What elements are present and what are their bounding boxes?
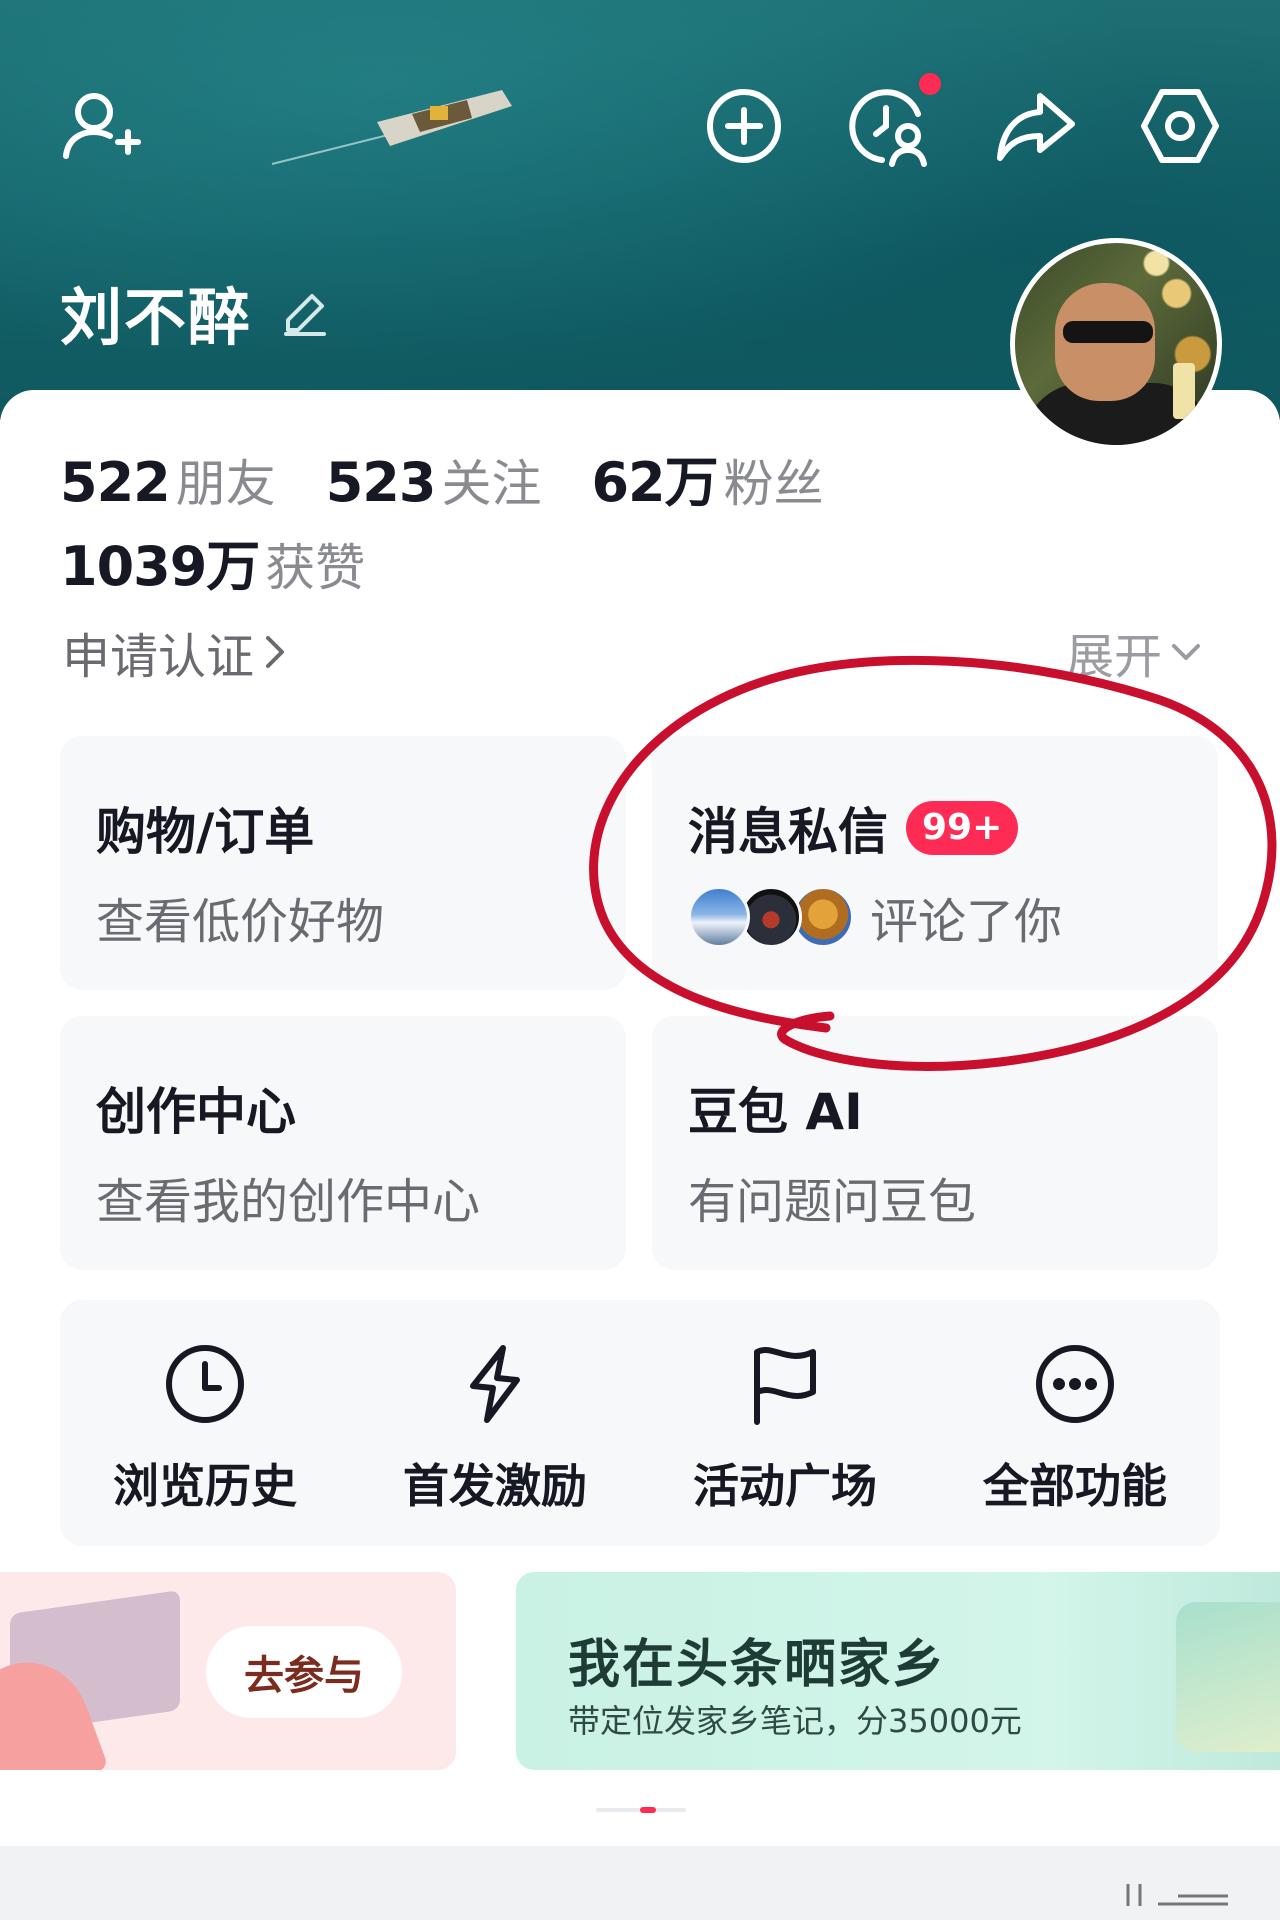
clock-icon [166, 1345, 244, 1423]
apply-verification-label: 申请认证 [62, 629, 255, 685]
activity-square-label: 活动广场 [693, 1459, 877, 1513]
browse-history-label: 浏览历史 [113, 1459, 297, 1513]
creator-center-subtitle: 查看我的创作中心 [96, 1174, 481, 1230]
username: 刘不醉 [60, 281, 253, 354]
doubao-ai-card[interactable]: 豆包 AI 有问题问豆包 [652, 1016, 1218, 1270]
share-icon[interactable] [994, 84, 1078, 168]
bottom-edge [0, 1846, 1280, 1920]
first-release-incentive-tool[interactable]: 首发激励 [350, 1300, 640, 1546]
tools-row: 浏览历史 首发激励 活动广场 全部功能 [60, 1300, 1220, 1546]
messages-subtitle: 评论了你 [870, 894, 1063, 950]
friends-count: 522 [60, 451, 171, 514]
likes-label: 获赞 [265, 539, 366, 597]
creator-center-title: 创作中心 [96, 1083, 296, 1141]
doubao-ai-subtitle: 有问题问豆包 [688, 1174, 977, 1230]
messages-card[interactable]: 消息私信 99+ 评论了你 [652, 736, 1218, 990]
likes-count: 1039万 [60, 535, 260, 598]
visitor-history-icon[interactable] [848, 84, 932, 168]
chevron-down-icon [1172, 644, 1201, 660]
messages-title-row: 消息私信 99+ [688, 792, 1019, 864]
hometown-campaign-title: 我在头条晒家乡 [568, 1635, 947, 1695]
settings-icon[interactable] [1138, 84, 1222, 168]
fans-count: 62万 [591, 451, 718, 514]
banner-page-indicator [596, 1807, 686, 1813]
banner-illustration [1176, 1602, 1280, 1752]
add-friend-icon[interactable] [58, 84, 142, 168]
lightning-icon [470, 1345, 520, 1423]
activity-square-tool[interactable]: 活动广场 [640, 1300, 930, 1546]
chevron-right-icon [266, 636, 285, 668]
stat-likes[interactable]: 1039万 获赞 [60, 522, 365, 601]
expand-label: 展开 [1066, 629, 1163, 685]
apply-verification-link[interactable]: 申请认证 [62, 617, 290, 687]
stat-following[interactable]: 523 关注 [326, 444, 542, 516]
hometown-campaign-banner[interactable]: 我在头条晒家乡 带定位发家乡笔记，分35000元 [516, 1572, 1280, 1770]
commenter-avatars [688, 886, 854, 948]
following-label: 关注 [441, 455, 542, 513]
friends-label: 朋友 [175, 455, 276, 513]
shopping-orders-subtitle: 查看低价好物 [96, 894, 385, 950]
all-features-tool[interactable]: 全部功能 [930, 1300, 1220, 1546]
stat-fans[interactable]: 62万 粉丝 [591, 438, 823, 517]
add-icon[interactable] [702, 84, 786, 168]
more-icon [1036, 1345, 1114, 1423]
all-features-label: 全部功能 [983, 1459, 1167, 1513]
watermark-icon [1126, 1884, 1228, 1906]
avatar[interactable] [1010, 238, 1222, 450]
shopping-orders-card[interactable]: 购物/订单 查看低价好物 [60, 736, 626, 990]
join-button[interactable]: 去参与 [206, 1626, 402, 1718]
browse-history-tool[interactable]: 浏览历史 [60, 1300, 350, 1546]
promo-banner-left[interactable]: 去参与 [0, 1572, 456, 1770]
doubao-ai-title: 豆包 AI [688, 1083, 863, 1141]
stats-row-likes: 1039万 获赞 [60, 522, 415, 601]
shopping-orders-title: 购物/订单 [96, 803, 315, 861]
stat-friends[interactable]: 522 朋友 [60, 444, 276, 516]
flag-icon [754, 1347, 816, 1425]
following-count: 523 [325, 451, 437, 514]
commenter-avatar [688, 886, 750, 948]
notification-dot [916, 70, 944, 98]
messages-subtitle-row: 评论了你 [688, 882, 1062, 952]
messages-title: 消息私信 [688, 803, 888, 861]
stats-row: 522 朋友 523 关注 62万 粉丝 [60, 438, 874, 517]
fans-label: 粉丝 [723, 455, 824, 513]
boat-image [271, 90, 512, 165]
first-release-incentive-label: 首发激励 [403, 1459, 587, 1513]
edit-name-icon[interactable] [282, 290, 328, 336]
hometown-campaign-subtitle: 带定位发家乡笔记，分35000元 [568, 1702, 1022, 1740]
expand-button[interactable]: 展开 [1066, 617, 1206, 687]
unread-badge: 99+ [906, 801, 1019, 855]
creator-center-card[interactable]: 创作中心 查看我的创作中心 [60, 1016, 626, 1270]
